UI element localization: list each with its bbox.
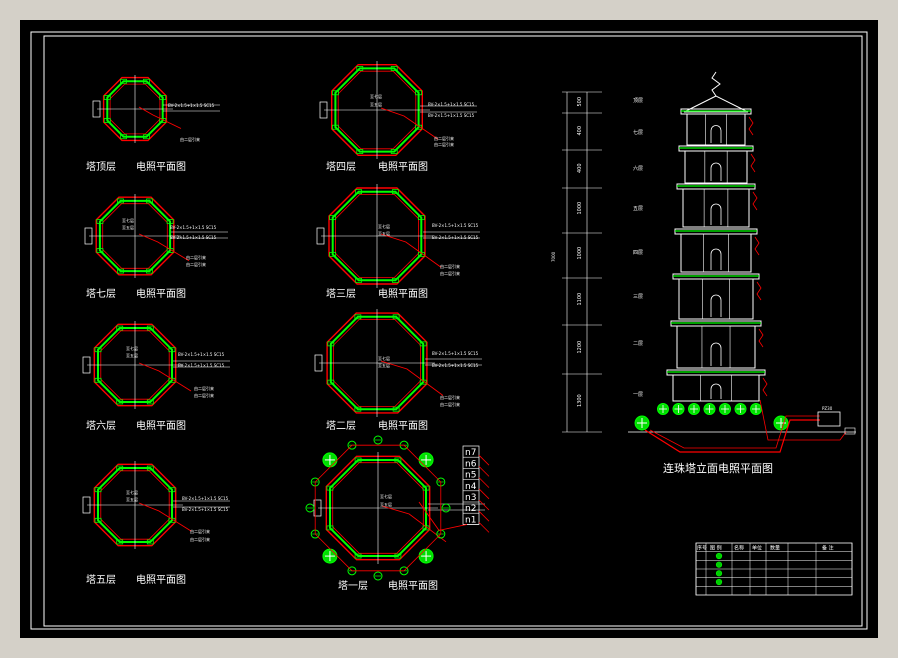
lamp-note-first: 至七层: [380, 493, 392, 499]
plan-sub-third: 电照平面图: [378, 287, 428, 300]
cable-note-fifth-2: BV-2×1.5+1×1.5 SC15: [182, 507, 229, 512]
riser-label: n6: [465, 459, 477, 469]
plan-sub-fourth: 电照平面图: [378, 160, 428, 173]
riser-note-sixth: 由二层引来: [194, 385, 214, 391]
legend-symbol-icon: [715, 561, 723, 568]
legend-header: 数量: [770, 545, 780, 552]
feeder-label: PZ30: [822, 406, 833, 411]
plan-label-top: 塔顶层: [86, 160, 116, 173]
cable-note-second: BV-2×1.5+1×1.5 SC15: [432, 351, 479, 356]
lamp-note-fourth: 至七层: [370, 93, 382, 99]
cable-note-second-2: BV-2×1.5+1×1.5 SC15: [432, 363, 479, 368]
lamp-note-third-2: 至五层: [378, 230, 390, 236]
floor-label: 二层: [633, 341, 643, 347]
legend-header: 序号: [697, 545, 707, 552]
dimension-text: 1100: [577, 293, 583, 306]
riser-label: n2: [465, 504, 476, 514]
plan-label-seventh: 塔七层: [86, 287, 116, 300]
elevation-title: 连珠塔立面电照平面图: [663, 461, 773, 475]
riser-label: n1: [465, 515, 476, 525]
cable-note-sixth-2: BV-2×1.5+1×1.5 SC15: [178, 363, 225, 368]
lamp-note-fourth-2: 至五层: [370, 101, 382, 107]
lamp-note-sixth-2: 至五层: [126, 352, 138, 358]
cable-note-fifth: BV-2×1.5+1×1.5 SC15: [182, 496, 229, 501]
floor-label: 七层: [633, 129, 643, 136]
floor-label: 六层: [633, 165, 643, 172]
floor-label: 三层: [633, 294, 643, 300]
lamp-note-fifth-2: 至五层: [126, 496, 138, 502]
riser-note-second-2: 由二层引来: [440, 401, 460, 407]
riser-note-third-2: 由二层引来: [440, 270, 460, 276]
plan-sub-top: 电照平面图: [136, 160, 186, 173]
lamp-note-seventh-2: 至五层: [122, 224, 134, 230]
cable-note-fourth-2: BV-2×1.5+1×1.5 SC15: [428, 113, 475, 118]
lamp-note-seventh: 至七层: [122, 217, 134, 223]
floor-label: 一层: [633, 392, 643, 398]
riser-note-fourth: 由二层引来: [434, 135, 454, 141]
cad-drawing-sheet: 塔顶层 电照平面图 塔七层 电照平面图 塔六层 电照平面图 塔五层 电照平面图 …: [20, 20, 878, 638]
riser-note-third: 由二层引来: [440, 263, 460, 269]
lamp-note-first-2: 至五层: [380, 501, 392, 507]
legend-header: 名称: [734, 545, 744, 552]
dimension-text: 1000: [577, 202, 583, 215]
dimension-text: 400: [577, 163, 583, 173]
dimension-text: 1300: [577, 394, 583, 407]
riser-note-fifth: 由二层引来: [190, 528, 210, 534]
lamp-note-sixth: 至七层: [126, 345, 138, 351]
plan-label-fifth: 塔五层: [86, 573, 116, 586]
elevation-total-dim: 7000: [551, 251, 556, 262]
cable-note-top: BV-2×1.5+1×1.5 SC15: [168, 103, 215, 108]
riser-note-sixth-2: 由二层引来: [194, 392, 214, 398]
dimension-text: 1000: [577, 247, 583, 260]
cable-note-third: BV-2×1.5+1×1.5 SC15: [432, 223, 479, 228]
legend-symbol-icon: [715, 578, 723, 586]
riser-label: n7: [465, 448, 476, 458]
floor-label: 顶层: [633, 98, 643, 104]
cable-note-fourth: BV-2×1.5+1×1.5 SC15: [428, 102, 475, 107]
dimension-text: 400: [577, 126, 583, 136]
legend-symbol-icon: [715, 570, 723, 577]
legend-header: 备 注: [822, 545, 834, 552]
lamp-note-fifth: 至七层: [126, 489, 138, 495]
riser-note-fifth-2: 由二层引来: [190, 536, 210, 542]
plan-label-second: 塔二层: [326, 419, 356, 432]
plan-sub-fifth: 电照平面图: [136, 573, 186, 586]
legend-symbol-icon: [715, 552, 723, 560]
dimension-text: 500: [577, 97, 583, 107]
riser-note-second: 由二层引来: [440, 394, 460, 400]
plan-label-fourth: 塔四层: [326, 160, 356, 173]
plan-label-first: 塔一层: [338, 579, 368, 592]
floor-label: 五层: [633, 206, 643, 212]
legend-header: 单位: [752, 545, 762, 552]
riser-note-top: 由二层引来: [180, 136, 200, 142]
riser-label: n4: [465, 482, 477, 492]
dimension-text: 1200: [577, 341, 583, 354]
riser-note-fourth-2: 由二层引来: [434, 141, 454, 147]
riser-note-seventh-2: 由二层引来: [186, 261, 206, 267]
riser-label: n5: [465, 471, 476, 481]
cable-note-seventh-2: BV-2×1.5+1×1.5 SC15: [170, 235, 217, 240]
riser-note-seventh: 由二层引来: [186, 254, 206, 260]
plan-sub-first: 电照平面图: [388, 579, 438, 592]
lamp-note-third: 至七层: [378, 223, 390, 229]
plan-sub-second: 电照平面图: [378, 419, 428, 432]
plan-label-sixth: 塔六层: [86, 419, 116, 432]
riser-label: n3: [465, 493, 476, 503]
plan-sub-sixth: 电照平面图: [136, 419, 186, 432]
plan-label-third: 塔三层: [326, 287, 356, 300]
cable-note-sixth: BV-2×1.5+1×1.5 SC15: [178, 352, 225, 357]
legend-header: 图 例: [710, 545, 722, 552]
cable-note-third-2: BV-2×1.5+1×1.5 SC15: [432, 235, 479, 240]
lamp-note-second-2: 至五层: [378, 362, 390, 368]
cable-note-seventh: BV-2×1.5+1×1.5 SC15: [170, 225, 217, 230]
floor-label: 四层: [633, 250, 643, 256]
lamp-note-second: 至七层: [378, 355, 390, 361]
plan-sub-seventh: 电照平面图: [136, 287, 186, 300]
